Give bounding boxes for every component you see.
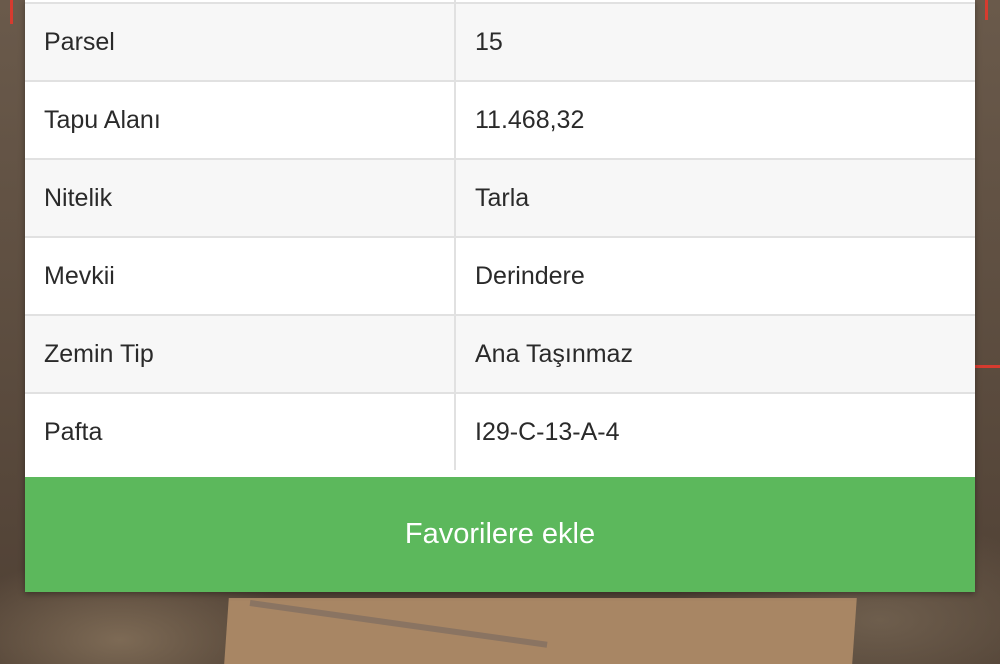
row-value-tapu-alani: 11.468,32 <box>455 80 975 159</box>
row-value-pafta: I29-C-13-A-4 <box>455 392 975 470</box>
parcel-info-panel: Parsel 15 Tapu Alanı 11.468,32 Nitelik T… <box>25 0 975 592</box>
parcel-details-table: Parsel 15 Tapu Alanı 11.468,32 Nitelik T… <box>25 0 975 470</box>
row-value-zemin-tip: Ana Taşınmaz <box>455 314 975 393</box>
map-parcel-boundary <box>985 0 988 20</box>
row-label-pafta: Pafta <box>25 392 456 470</box>
row-label-parsel: Parsel <box>25 2 456 81</box>
row-label-zemin-tip: Zemin Tip <box>25 314 456 393</box>
add-to-favorites-button[interactable]: Favorilere ekle <box>25 477 975 592</box>
row-label-tapu-alani: Tapu Alanı <box>25 80 456 159</box>
map-field-parcel <box>223 598 857 664</box>
table-row: Mevkii Derindere <box>25 236 975 315</box>
table-row: Tapu Alanı 11.468,32 <box>25 80 975 159</box>
map-parcel-boundary <box>10 0 13 24</box>
table-row: Parsel 15 <box>25 2 975 81</box>
row-value-parsel: 15 <box>455 2 975 81</box>
table-row: Nitelik Tarla <box>25 158 975 237</box>
table-row: Pafta I29-C-13-A-4 <box>25 392 975 470</box>
row-label-nitelik: Nitelik <box>25 158 456 237</box>
row-value-mevkii: Derindere <box>455 236 975 315</box>
row-label-mevkii: Mevkii <box>25 236 456 315</box>
row-value-nitelik: Tarla <box>455 158 975 237</box>
table-row: Zemin Tip Ana Taşınmaz <box>25 314 975 393</box>
